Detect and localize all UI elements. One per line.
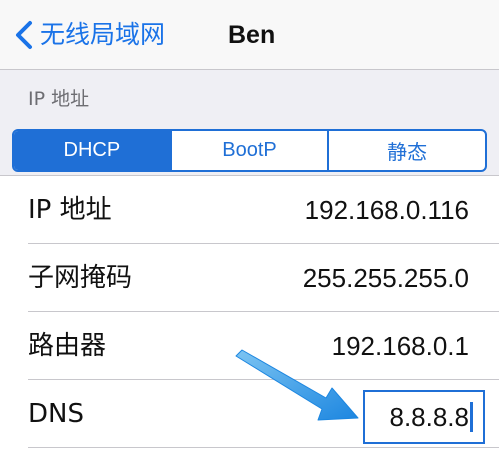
segment-dhcp[interactable]: DHCP <box>14 131 170 170</box>
ip-address-value: 192.168.0.116 <box>304 195 469 225</box>
section-area: IP 地址 DHCP BootP 静态 <box>0 69 499 175</box>
row-subnet-mask: 子网掩码 255.255.255.0 <box>0 244 499 312</box>
ip-mode-segmented-control: DHCP BootP 静态 <box>12 129 487 172</box>
segment-bootp[interactable]: BootP <box>169 131 328 170</box>
back-button[interactable]: 无线局域网 <box>14 17 165 53</box>
row-label: 路由器 <box>28 331 107 361</box>
row-router: 路由器 192.168.0.1 <box>0 312 499 380</box>
row-label: 子网掩码 <box>28 263 133 293</box>
row-ip-address: IP 地址 192.168.0.116 <box>0 176 499 244</box>
chevron-left-icon <box>16 21 32 49</box>
page-title: Ben <box>228 21 276 49</box>
router-value: 192.168.0.1 <box>331 331 469 361</box>
screen: 无线局域网 Ben IP 地址 DHCP BootP 静态 IP 地址 192.… <box>0 0 499 461</box>
row-label: IP 地址 <box>28 195 112 225</box>
subnet-mask-value: 255.255.255.0 <box>302 263 469 293</box>
dns-input[interactable]: 8.8.8.8 <box>363 390 485 444</box>
segment-static[interactable]: 静态 <box>327 131 485 170</box>
back-button-label: 无线局域网 <box>40 20 166 49</box>
segment-static-label: 静态 <box>387 140 428 164</box>
nav-bar: 无线局域网 Ben <box>0 0 499 69</box>
section-header: IP 地址 <box>28 88 90 110</box>
row-label: DNS <box>28 399 84 429</box>
text-caret <box>470 402 473 432</box>
